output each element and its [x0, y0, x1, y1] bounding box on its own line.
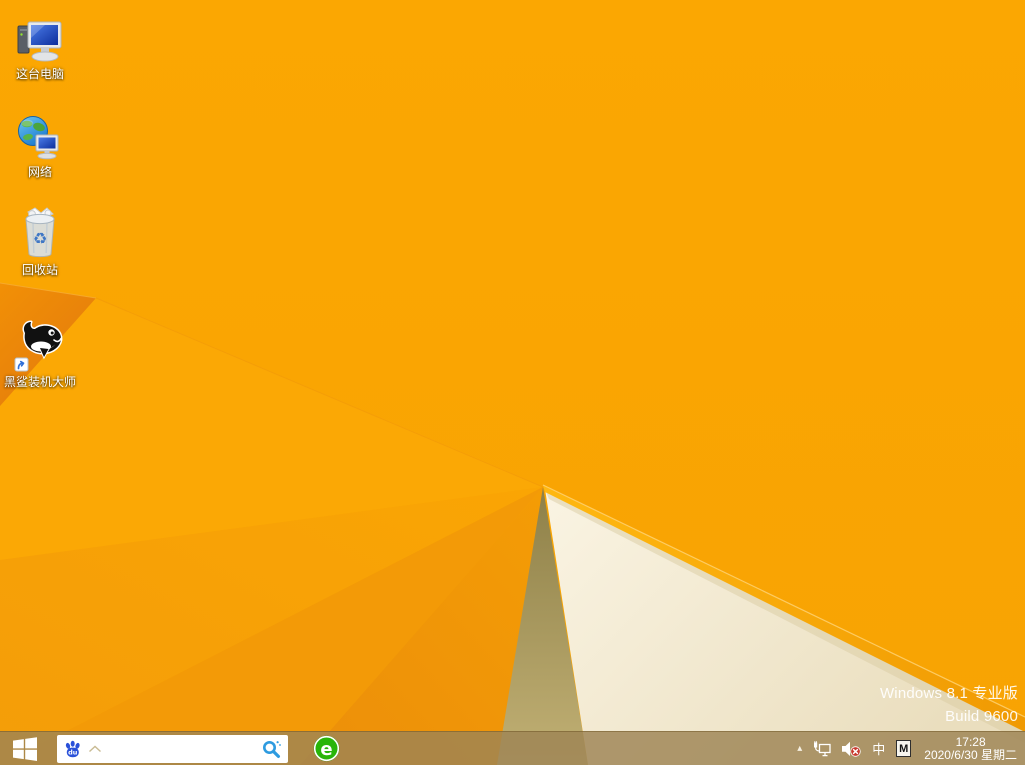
- network-icon: [14, 104, 66, 162]
- ime-language-indicator[interactable]: 中: [872, 739, 885, 758]
- desktop-icon-black-shark[interactable]: 黑鲨装机大师: [1, 314, 79, 412]
- desktop-icon-label: 黑鲨装机大师: [4, 376, 76, 389]
- taskbar-search-box[interactable]: du: [57, 735, 288, 763]
- this-pc-icon: [14, 6, 66, 64]
- desktop-icon-network[interactable]: 网络: [1, 104, 79, 202]
- start-button[interactable]: [0, 732, 49, 765]
- desktop-icon-recycle-bin[interactable]: ♻ 回收站: [1, 202, 79, 300]
- taskbar-search-input[interactable]: [108, 737, 260, 761]
- desktop-wallpaper[interactable]: [0, 0, 1025, 765]
- desktop-icon-label: 网络: [28, 166, 52, 179]
- watermark-build: Build 9600: [880, 705, 1018, 728]
- green-e-browser-icon[interactable]: e: [313, 735, 340, 762]
- recycle-bin-icon: ♻: [18, 202, 62, 260]
- recycle-symbol-glyph: ♻: [33, 229, 47, 248]
- desktop-icon-column: 这台电脑 网络: [1, 6, 79, 412]
- network-status-icon[interactable]: [813, 741, 831, 757]
- system-tray: ▴ 中 M: [797, 736, 1025, 762]
- windows-logo-icon: [12, 736, 38, 762]
- search-magnifier-icon[interactable]: [260, 738, 282, 760]
- desktop-icon-label: 回收站: [22, 264, 58, 277]
- desktop-icon-label: 这台电脑: [16, 68, 64, 81]
- taskbar-clock[interactable]: 17:28 2020/6/30 星期二: [922, 736, 1017, 762]
- volume-muted-icon[interactable]: [842, 741, 861, 757]
- black-shark-icon: [13, 314, 67, 372]
- clock-time: 17:28: [924, 736, 1017, 749]
- chevron-up-icon[interactable]: [88, 745, 102, 753]
- watermark-edition: Windows 8.1 专业版: [880, 682, 1018, 705]
- taskbar: du e: [0, 731, 1025, 765]
- windows-build-watermark: Windows 8.1 专业版 Build 9600: [880, 682, 1018, 728]
- baidu-du-glyph: du: [68, 748, 78, 756]
- desktop-screen: 这台电脑 网络: [0, 0, 1025, 765]
- ime-mode-key-icon[interactable]: M: [896, 740, 911, 757]
- baidu-paw-icon[interactable]: du: [63, 739, 83, 759]
- desktop-icon-this-pc[interactable]: 这台电脑: [1, 6, 79, 104]
- browser-e-glyph: e: [320, 739, 332, 760]
- clock-date: 2020/6/30 星期二: [924, 749, 1017, 762]
- show-hidden-icons-button[interactable]: ▴: [797, 744, 802, 754]
